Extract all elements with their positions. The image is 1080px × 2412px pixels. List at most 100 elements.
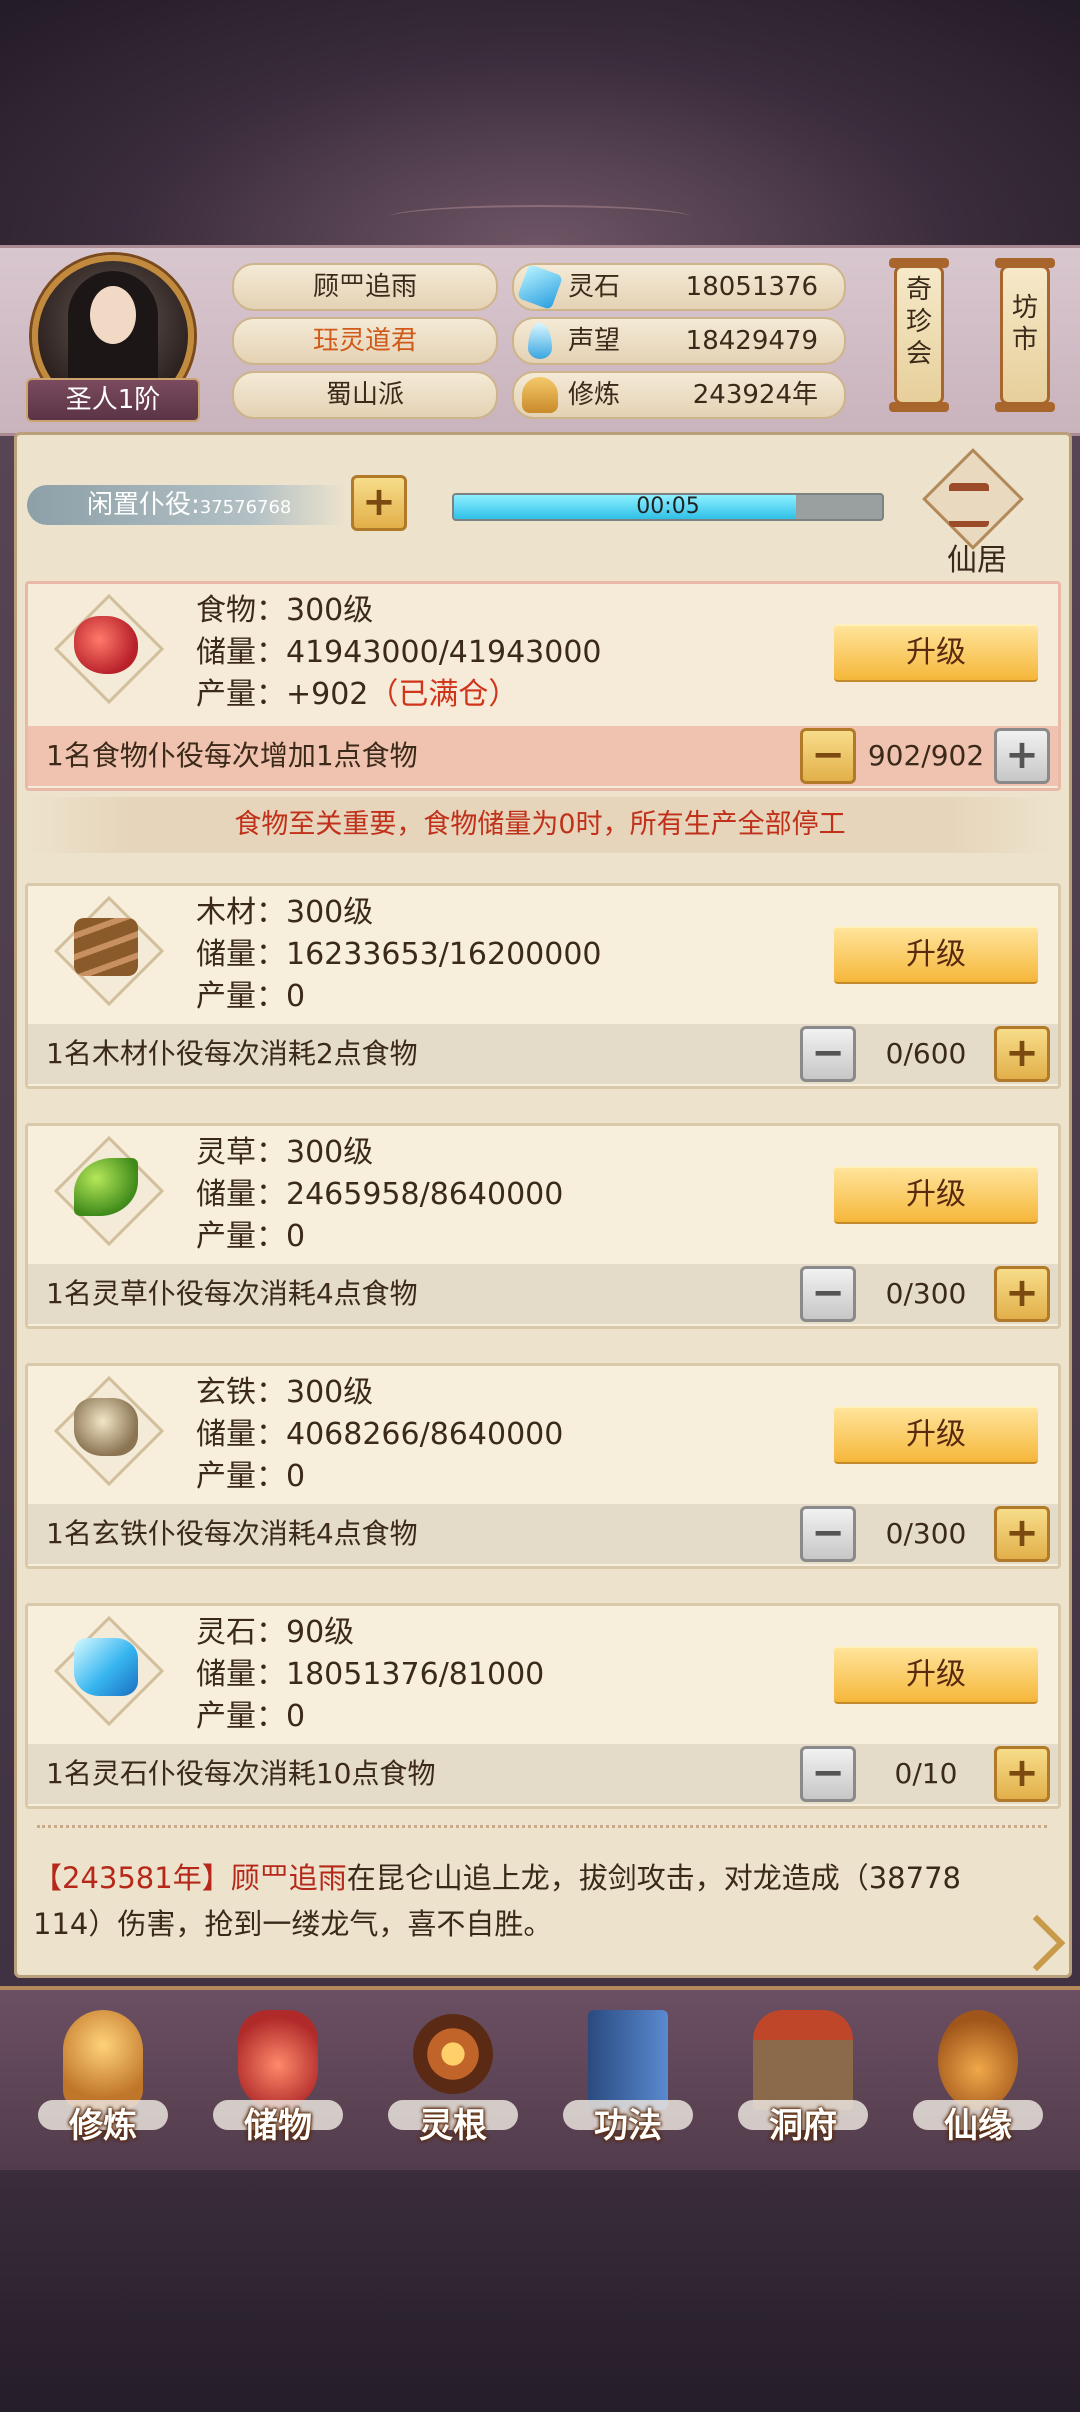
worker-row: 1名食物仆役每次增加1点食物 − 902/902 + <box>28 726 1058 786</box>
resource-output: 产量：+902（已满仓） <box>196 674 518 716</box>
stat-spirit-stone: 灵石 18051376 <box>512 263 846 311</box>
treasure-fair-button[interactable]: 奇珍会 <box>889 258 949 412</box>
player-name: 顾罒追雨 <box>232 263 498 311</box>
nav-label: 修炼 <box>69 2106 137 2146</box>
resource-card-spirit-stone: 灵石：90级 储量：18051376/81000 产量：0 升级 1名灵石仆役每… <box>25 1603 1061 1809</box>
decrease-worker-button[interactable]: − <box>800 1266 856 1322</box>
worker-row: 1名玄铁仆役每次消耗4点食物 − 0/300 + <box>28 1504 1058 1564</box>
upgrade-button[interactable]: 升级 <box>834 1406 1038 1464</box>
resource-output: 产量：0 <box>196 1459 306 1494</box>
decrease-worker-button[interactable]: − <box>800 1746 856 1802</box>
resource-output: 产量：0 <box>196 1699 306 1734</box>
food-warning: 食物至关重要，食物储量为0时，所有生产全部停工 <box>25 797 1055 853</box>
stat-value: 18051376 <box>685 272 818 302</box>
decrease-worker-button[interactable]: − <box>800 728 856 784</box>
player-title[interactable]: 珏灵道君 <box>232 317 498 365</box>
storage-bag-icon <box>238 2010 318 2110</box>
worker-count: 0/10 <box>894 1757 958 1790</box>
nav-label: 储物 <box>244 2106 312 2146</box>
main-panel: 闲置仆役:37576768 + 00:05 仙居 食物：300级 储量：4194… <box>14 432 1072 1978</box>
worker-row: 1名灵石仆役每次消耗10点食物 − 0/10 + <box>28 1744 1058 1804</box>
nav-label: 功法 <box>594 2106 662 2146</box>
worker-description: 1名灵石仆役每次消耗10点食物 <box>46 1757 436 1790</box>
spirit-stone-icon <box>53 1615 165 1727</box>
worker-count: 0/300 <box>885 1277 967 1310</box>
nav-label: 洞府 <box>769 2106 837 2146</box>
player-sect[interactable]: 蜀山派 <box>232 371 498 419</box>
home-label: 仙居 <box>947 543 1007 578</box>
resource-card-food: 食物：300级 储量：41943000/41943000 产量：+902（已满仓… <box>25 581 1061 791</box>
nav-spirit-root[interactable]: 灵根 <box>378 2000 528 2170</box>
increase-worker-button[interactable]: + <box>994 1746 1050 1802</box>
nav-skills[interactable]: 功法 <box>553 2000 703 2170</box>
stat-value: 243924年 <box>692 380 818 410</box>
decrease-worker-button[interactable]: − <box>800 1506 856 1562</box>
idle-progress-bar: 00:05 <box>452 493 884 521</box>
worker-row: 1名灵草仆役每次消耗4点食物 − 0/300 + <box>28 1264 1058 1324</box>
ore-icon <box>74 1398 138 1456</box>
resource-output: 产量：0 <box>196 979 306 1014</box>
resource-card-iron: 玄铁：300级 储量：4068266/8640000 产量：0 升级 1名玄铁仆… <box>25 1363 1061 1569</box>
resource-storage: 储量：16233653/16200000 <box>196 937 602 972</box>
decrease-worker-button[interactable]: − <box>800 1026 856 1082</box>
nav-label: 仙缘 <box>944 2106 1012 2146</box>
log-player-name: 顾罒追雨 <box>230 1861 347 1895</box>
nav-cultivate[interactable]: 修炼 <box>28 2000 178 2170</box>
nav-label: 灵根 <box>419 2106 487 2146</box>
resource-storage: 储量：41943000/41943000 <box>196 635 602 670</box>
event-log: 【243581年】顾罒追雨在昆仑山追上龙，拔剑攻击，对龙造成（38778 114… <box>33 1855 1053 1947</box>
increase-worker-button[interactable]: + <box>994 1266 1050 1322</box>
wood-icon <box>53 895 165 1007</box>
increase-worker-button[interactable]: + <box>994 1026 1050 1082</box>
stat-label: 修炼 <box>568 380 621 410</box>
pavilion-icon <box>949 483 989 527</box>
food-icon <box>53 593 165 705</box>
storage-full-tag: （已满仓） <box>368 677 519 712</box>
gourd-icon <box>938 2010 1018 2110</box>
log-divider <box>37 1825 1047 1832</box>
worker-description: 1名灵草仆役每次消耗4点食物 <box>46 1277 418 1310</box>
iron-icon <box>53 1375 165 1487</box>
resource-level: 灵草：300级 <box>196 1135 374 1170</box>
resource-storage: 储量：2465958/8640000 <box>196 1177 564 1212</box>
nav-storage[interactable]: 储物 <box>203 2000 353 2170</box>
upgrade-button[interactable]: 升级 <box>834 624 1038 682</box>
spirit-stone-icon <box>516 263 564 311</box>
upgrade-button[interactable]: 升级 <box>834 1646 1038 1704</box>
increase-worker-button[interactable]: + <box>994 728 1050 784</box>
worker-count: 0/600 <box>885 1037 967 1070</box>
worker-count: 0/300 <box>885 1517 967 1550</box>
stat-value: 18429479 <box>685 326 818 356</box>
worker-description: 1名木材仆役每次消耗2点食物 <box>46 1037 418 1070</box>
avatar-face <box>90 286 136 344</box>
spirit-root-icon <box>413 2014 493 2094</box>
market-button[interactable]: 坊市 <box>995 258 1055 412</box>
resource-card-wood: 木材：300级 储量：16233653/16200000 产量：0 升级 1名木… <box>25 883 1061 1089</box>
progress-timer: 00:05 <box>636 494 700 519</box>
rank-badge: 圣人1阶 <box>26 378 200 422</box>
resource-storage: 储量：18051376/81000 <box>196 1657 545 1692</box>
worker-count: 902/902 <box>867 739 985 772</box>
stat-reputation: 声望 18429479 <box>512 317 846 365</box>
upgrade-button[interactable]: 升级 <box>834 926 1038 984</box>
cultivate-icon <box>63 2010 143 2110</box>
resource-level: 灵石：90级 <box>196 1615 355 1650</box>
worker-row: 1名木材仆役每次消耗2点食物 − 0/600 + <box>28 1024 1058 1084</box>
log-text-1: 在昆仑山追上龙，拔剑攻击，对龙造成（38778 <box>346 1861 961 1895</box>
nav-cave-dwelling[interactable]: 洞府 <box>728 2000 878 2170</box>
upgrade-button[interactable]: 升级 <box>834 1166 1038 1224</box>
worker-description: 1名玄铁仆役每次消耗4点食物 <box>46 1517 418 1550</box>
crystal-icon <box>74 1638 138 1696</box>
reputation-icon <box>528 323 552 359</box>
bottom-background <box>0 2170 1080 2412</box>
top-ornament <box>390 205 690 229</box>
increase-worker-button[interactable]: + <box>994 1506 1050 1562</box>
log-text-2: 114）伤害，抢到一缕龙气，喜不自胜。 <box>33 1907 553 1941</box>
skill-book-icon <box>588 2010 668 2110</box>
add-servant-button[interactable]: + <box>351 475 407 531</box>
output-value: 产量：+902 <box>196 677 369 712</box>
bottom-navigation: 修炼 储物 灵根 功法 洞府 仙缘 <box>0 1986 1080 2170</box>
resource-output: 产量：0 <box>196 1219 306 1254</box>
nav-fate[interactable]: 仙缘 <box>903 2000 1053 2170</box>
idle-count: 37576768 <box>199 497 292 518</box>
